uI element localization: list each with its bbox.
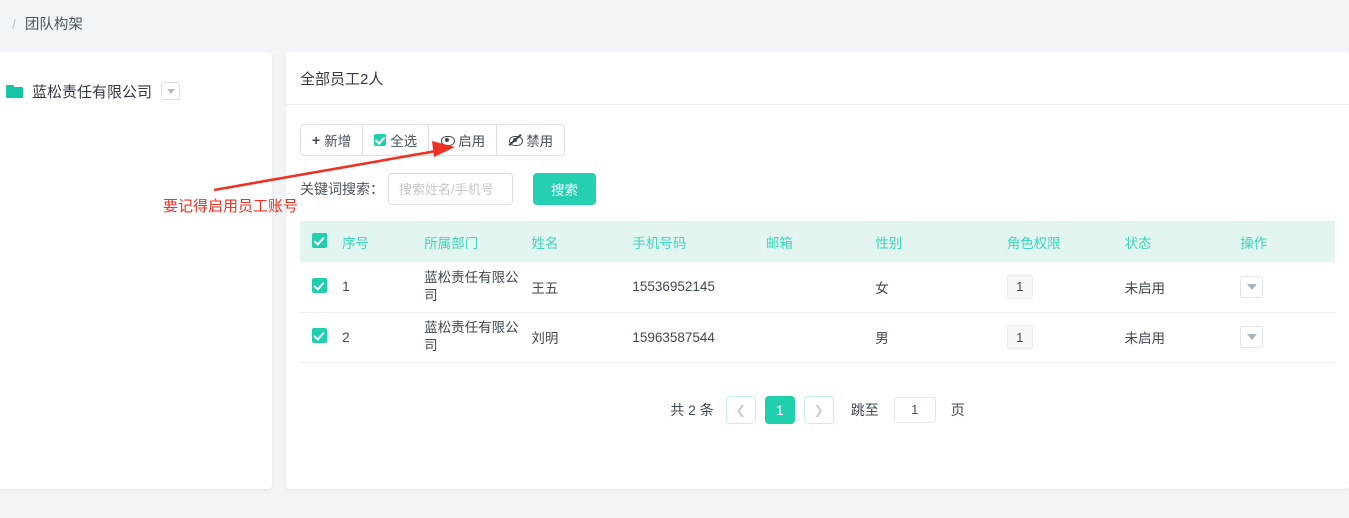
search-row: 关键词搜索： 搜索 [286,173,1349,205]
cell-dept: 蓝松责任有限公司 [424,312,532,363]
header-index: 序号 [342,221,425,262]
table-row[interactable]: 1 蓝松责任有限公司 王五 15536952145 女 1 未启用 [300,262,1335,313]
org-tree-node[interactable]: 蓝松责任有限公司 [0,78,272,104]
page-root: / 团队构架 蓝松责任有限公司 全部员工2人 + 新增 全选 启用 禁用 关键词… [0,0,1349,518]
action-button-group: + 新增 全选 启用 禁用 [300,124,566,156]
search-input[interactable] [388,173,513,205]
cell-index: 1 [342,262,425,313]
add-button[interactable]: + 新增 [301,125,364,155]
enable-button[interactable]: 启用 [429,125,498,155]
employee-table: 序号 所属部门 姓名 手机号码 邮箱 性别 角色权限 状态 操作 1 蓝松责任有… [300,221,1335,363]
header-phone: 手机号码 [632,221,766,262]
select-all-button[interactable]: 全选 [363,125,430,155]
role-badge: 1 [1006,325,1033,349]
annotation-text: 要记得启用员工账号 [163,198,299,215]
row-checkbox[interactable] [312,328,327,343]
breadcrumb-separator: / [12,15,16,32]
pagination-next-button[interactable]: ❯ [803,395,834,424]
checkbox-checked-icon [374,134,387,146]
enable-button-label: 启用 [458,134,486,149]
cell-index: 2 [342,312,425,363]
org-tree-dropdown-button[interactable] [161,82,181,100]
chevron-down-icon [1246,283,1257,290]
search-label: 关键词搜索： [300,181,384,197]
cell-name: 王五 [531,262,633,313]
cell-phone: 15536952145 [632,262,766,313]
pagination: 共 2 条 ❮ 1 ❯ 跳至 页 [286,395,1349,424]
plus-icon: + [312,132,321,148]
cell-dept: 蓝松责任有限公司 [424,262,532,313]
cell-operation [1240,262,1335,313]
header-name: 姓名 [531,221,633,262]
header-dept: 所属部门 [424,221,532,262]
role-badge: 1 [1006,274,1033,299]
chevron-right-icon: ❯ [813,402,824,417]
org-tree-panel: 蓝松责任有限公司 [0,52,272,489]
breadcrumb-current[interactable]: 团队构架 [25,13,83,34]
cell-name: 刘明 [531,312,633,363]
employee-table-wrapper: 序号 所属部门 姓名 手机号码 邮箱 性别 角色权限 状态 操作 1 蓝松责任有… [286,221,1349,363]
pagination-page-unit: 页 [950,401,965,418]
chevron-down-icon [1246,334,1257,340]
employee-panel: 全部员工2人 + 新增 全选 启用 禁用 关键词搜索： 搜索姓名/手机号 搜索 … [286,52,1349,489]
cell-role: 1 [1006,312,1125,363]
cell-status: 未启用 [1124,312,1241,363]
row-select-cell[interactable] [300,262,343,313]
pagination-page-1[interactable]: 1 [764,395,795,424]
header-checkbox[interactable] [312,232,327,248]
add-button-label: 新增 [324,134,352,149]
org-tree-node-label: 蓝松责任有限公司 [32,83,153,101]
chevron-left-icon: ❮ [735,402,746,417]
chevron-down-icon [166,88,175,94]
cell-status: 未启用 [1124,262,1241,313]
row-operation-dropdown[interactable] [1240,275,1264,298]
select-all-button-label: 全选 [390,134,418,149]
row-select-cell[interactable] [300,312,343,363]
header-email: 邮箱 [765,221,876,262]
header-role: 角色权限 [1006,221,1125,262]
disable-button-label: 禁用 [526,134,554,149]
row-checkbox[interactable] [312,277,327,293]
eye-icon [440,134,456,146]
breadcrumb: / 团队构架 [0,0,1349,47]
pagination-jump-label: 跳至 [850,401,879,418]
cell-email [765,312,876,363]
table-row[interactable]: 2 蓝松责任有限公司 刘明 15963587544 男 1 未启用 [300,312,1335,363]
eye-off-icon [508,133,524,146]
cell-operation [1240,312,1335,363]
folder-icon [6,84,23,98]
cell-gender: 女 [875,262,1007,313]
disable-button[interactable]: 禁用 [497,125,565,155]
header-status: 状态 [1124,221,1241,262]
row-operation-dropdown[interactable] [1240,326,1264,348]
table-header-row: 序号 所属部门 姓名 手机号码 邮箱 性别 角色权限 状态 操作 [300,221,1335,262]
pagination-prev-button[interactable]: ❮ [725,395,756,424]
cell-role: 1 [1006,262,1125,313]
search-button[interactable]: 搜索 [533,173,596,205]
header-select-all-cell[interactable] [300,221,343,262]
cell-phone: 15963587544 [632,312,766,363]
header-operation: 操作 [1240,221,1335,262]
cell-gender: 男 [875,312,1007,363]
header-gender: 性别 [875,221,1007,262]
pagination-total: 共 2 条 [670,401,714,418]
pagination-jump-input[interactable] [893,396,936,423]
page-title: 全部员工2人 [286,52,1349,105]
cell-email [765,262,876,313]
